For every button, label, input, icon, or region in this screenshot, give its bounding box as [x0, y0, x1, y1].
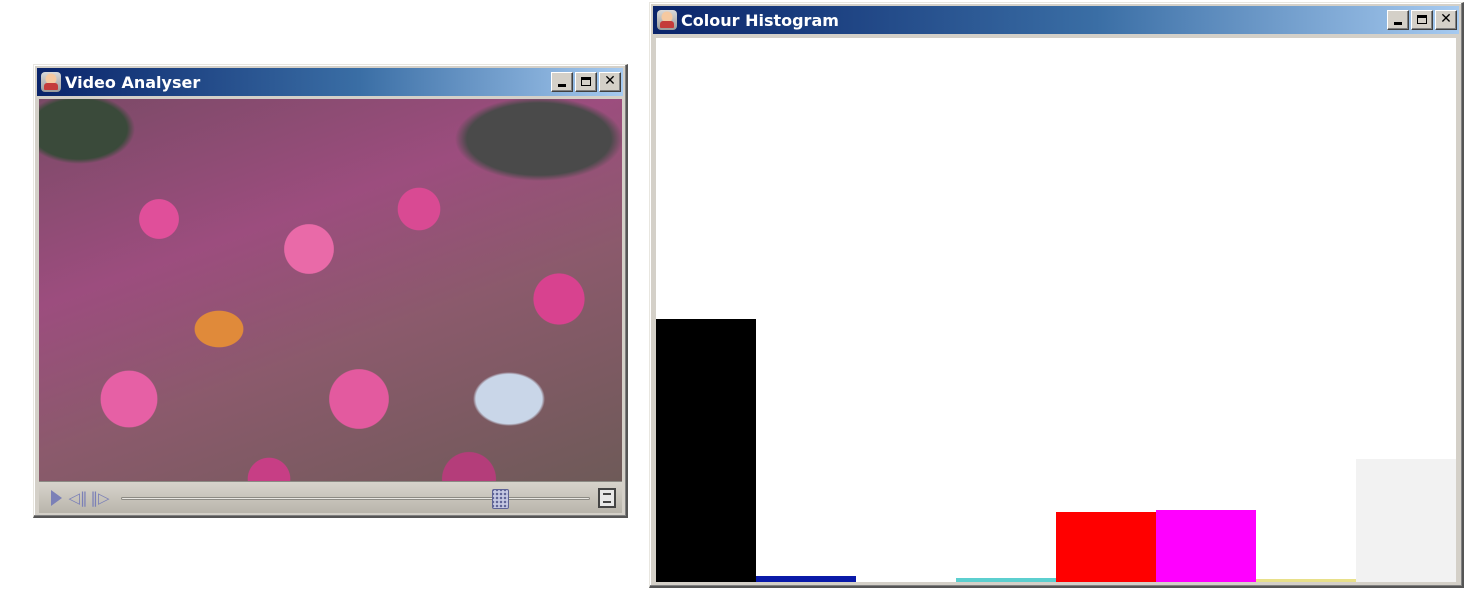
play-icon [50, 489, 62, 506]
video-frame [39, 99, 622, 481]
histogram-chart [656, 319, 1456, 582]
histogram-canvas [656, 38, 1456, 582]
minimize-icon [1394, 22, 1402, 25]
maximize-icon [1417, 15, 1427, 24]
step-forward-button[interactable]: ‖▷ [89, 487, 111, 509]
histogram-bar-blue [756, 576, 856, 582]
histogram-bar-magenta [1156, 510, 1256, 582]
histogram-bar-red [1056, 512, 1156, 582]
step-forward-icon: ‖▷ [90, 488, 110, 507]
histogram-window-title: Colour Histogram [681, 10, 839, 30]
seek-thumb[interactable] [492, 488, 509, 509]
video-controls: ◁‖ ‖▷ [39, 481, 622, 513]
maximize-button[interactable] [575, 72, 597, 92]
histogram-bar-black [656, 319, 756, 582]
video-analyser-window[interactable]: Video Analyser ✕ ◁‖ ‖▷ [33, 64, 628, 518]
close-icon: ✕ [604, 73, 616, 89]
colour-histogram-window[interactable]: Colour Histogram ✕ [649, 2, 1464, 588]
histogram-titlebar[interactable]: Colour Histogram ✕ [653, 6, 1459, 34]
histogram-bar-white [1356, 459, 1456, 582]
minimize-icon [558, 84, 566, 87]
close-button[interactable]: ✕ [1435, 10, 1457, 30]
seek-slider[interactable] [121, 487, 590, 509]
histogram-bar-yellow [1256, 579, 1356, 582]
step-back-button[interactable]: ◁‖ [67, 487, 89, 509]
java-app-icon [41, 72, 61, 92]
minimize-button[interactable] [1387, 10, 1409, 30]
java-app-icon [657, 10, 677, 30]
film-strip-icon[interactable] [598, 487, 616, 508]
maximize-button[interactable] [1411, 10, 1433, 30]
minimize-button[interactable] [551, 72, 573, 92]
step-back-icon: ◁‖ [68, 488, 88, 507]
video-window-title: Video Analyser [65, 72, 201, 92]
close-button[interactable]: ✕ [599, 72, 621, 92]
histogram-bar-cyan [956, 578, 1056, 582]
seek-track [121, 496, 590, 500]
play-button[interactable] [45, 487, 67, 509]
close-icon: ✕ [1440, 11, 1452, 27]
maximize-icon [581, 77, 591, 86]
video-titlebar[interactable]: Video Analyser ✕ [37, 68, 623, 96]
